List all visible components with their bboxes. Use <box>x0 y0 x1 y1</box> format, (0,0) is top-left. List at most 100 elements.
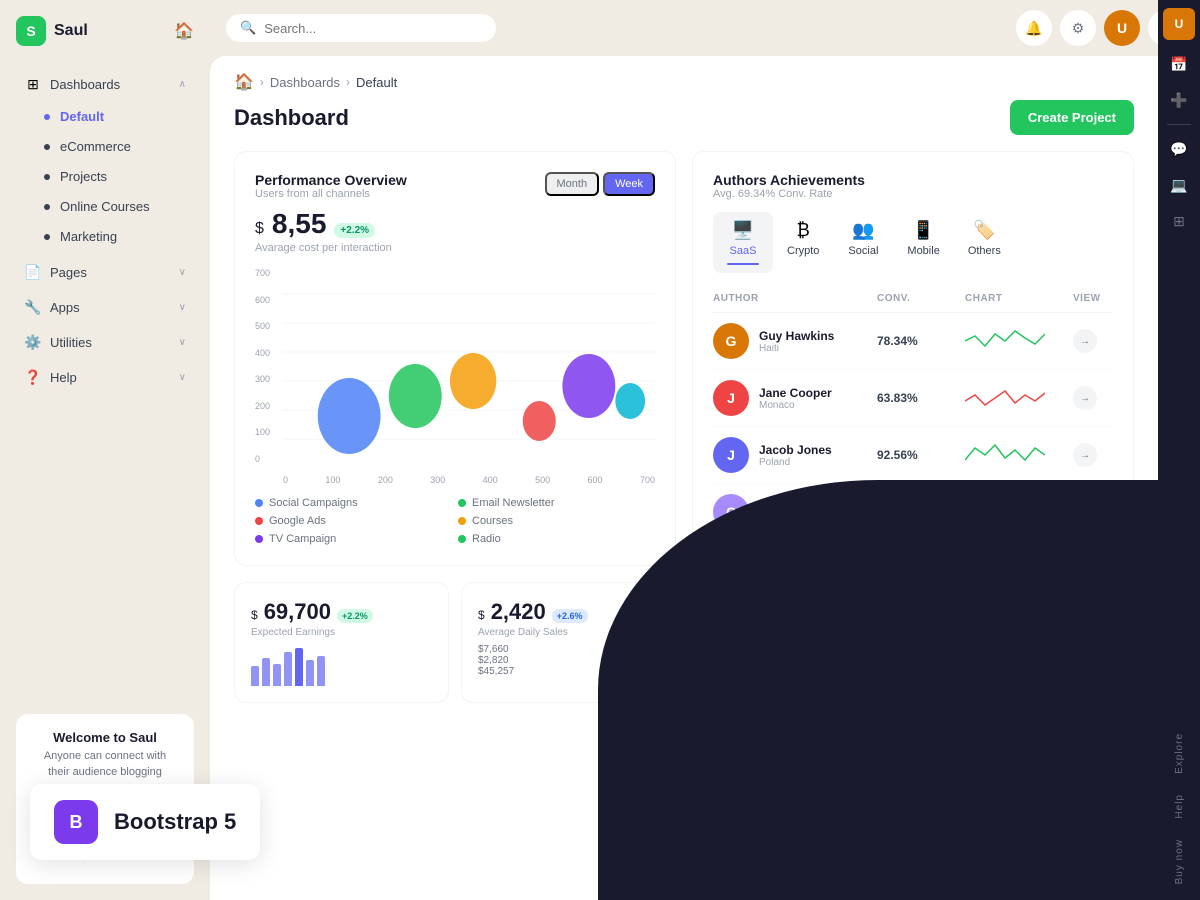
period-month-tab[interactable]: Month <box>545 172 600 196</box>
chevron-icon: ∧ <box>179 79 186 90</box>
rp-code-icon[interactable]: 💻 <box>1163 169 1195 201</box>
author-avatar: C <box>713 494 749 530</box>
page-header: Dashboard Create Project <box>210 92 1158 151</box>
sub-label-ecommerce: eCommerce <box>60 139 131 154</box>
logo-group: S Saul <box>16 16 88 46</box>
bubble-chart-svg <box>283 266 655 466</box>
search-box[interactable]: 🔍 <box>226 14 496 42</box>
bootstrap-overlay: B Bootstrap 5 <box>30 784 260 860</box>
help-label[interactable]: Help <box>1174 786 1185 827</box>
rp-add-icon[interactable]: ➕ <box>1163 84 1195 116</box>
author-avatar: J <box>713 437 749 473</box>
create-project-button[interactable]: Create Project <box>1010 100 1134 135</box>
sidebar-item-marketing[interactable]: Marketing <box>8 222 202 251</box>
author-country: Haiti <box>759 343 834 354</box>
author-info: G Guy Hawkins Haiti <box>713 323 869 359</box>
stat-dollar: $ <box>251 608 258 622</box>
help-icon: ❓ <box>24 368 42 386</box>
tab-crypto[interactable]: ₿ Crypto <box>773 212 833 273</box>
logo-icon: S <box>16 16 46 46</box>
bar <box>284 652 292 686</box>
legend-label: Social Campaigns <box>269 497 358 509</box>
conv-val: 92.56% <box>877 448 957 462</box>
sidebar-item-ecommerce[interactable]: eCommerce <box>8 132 202 161</box>
view-btn[interactable]: → <box>1073 386 1097 410</box>
perf-title: Performance Overview <box>255 172 407 188</box>
sidebar-item-utilities[interactable]: ⚙️ Utilities ∨ <box>8 325 202 359</box>
sub-label-projects: Projects <box>60 169 107 184</box>
conv-val: 63.83% <box>877 391 957 405</box>
sidebar-item-help[interactable]: ❓ Help ∨ <box>8 360 202 394</box>
sidebar-item-online-courses[interactable]: Online Courses <box>8 192 202 221</box>
perf-header: Performance Overview Users from all chan… <box>255 172 655 200</box>
sub-dot <box>44 204 50 210</box>
sidebar-item-apps[interactable]: 🔧 Apps ∨ <box>8 290 202 324</box>
explore-label[interactable]: Explore <box>1174 725 1185 782</box>
sales-sub: Users from all channels <box>713 614 1113 626</box>
settings-btn[interactable]: ⚙ <box>1060 10 1096 46</box>
sales-y-label: $24K <box>713 693 742 703</box>
chevron-icon: ∨ <box>179 267 186 278</box>
rp-calendar-icon[interactable]: 📅 <box>1163 48 1195 80</box>
utilities-icon: ⚙️ <box>24 333 42 351</box>
tab-social[interactable]: 👥 Social <box>833 212 893 273</box>
author-name: Jacob Jones <box>759 443 832 457</box>
sidebar-item-pages[interactable]: 📄 Pages ∨ <box>8 255 202 289</box>
col-author: AUTHOR <box>713 293 869 304</box>
welcome-title: Welcome to Saul <box>32 730 178 745</box>
search-icon: 🔍 <box>240 20 256 36</box>
tab-others[interactable]: 🏷️ Others <box>954 212 1015 273</box>
sales-dollar: $ <box>713 651 720 665</box>
tab-mobile[interactable]: 📱 Mobile <box>893 212 953 273</box>
author-row-guy: G Guy Hawkins Haiti 78.34% → <box>713 313 1113 370</box>
stat-val: $ 2,420 +2.6% <box>478 599 659 625</box>
stat-badge: +2.6% <box>552 609 588 623</box>
conv-val: 63.08% <box>877 505 957 519</box>
bc-sep2: › <box>346 75 350 89</box>
author-row-cody: C Cody Fishers Mexico 63.08% → <box>713 484 1113 540</box>
chevron-icon: ∨ <box>179 372 186 383</box>
help-label: Help <box>50 370 77 385</box>
sparkline-chart <box>965 326 1045 356</box>
legend-social-campaigns: Social Campaigns <box>255 497 452 509</box>
sales-y-labels: $24K $20.5K <box>713 693 742 743</box>
page-title: Dashboard <box>234 105 349 131</box>
author-name: Guy Hawkins <box>759 329 834 343</box>
user-avatar[interactable]: U <box>1104 10 1140 46</box>
stat-desc: Average Daily Sales <box>478 627 659 638</box>
sidebar: S Saul 🏠 ⊞ Dashboards ∧ Default eCommerc… <box>0 0 210 900</box>
bc-sep1: › <box>260 75 264 89</box>
rp-avatar[interactable]: U <box>1163 8 1195 40</box>
legend-email-newsletter: Email Newsletter <box>458 497 655 509</box>
view-btn[interactable]: → <box>1073 500 1097 524</box>
period-tabs: Month Week <box>545 172 656 196</box>
rp-message-icon[interactable]: 💬 <box>1163 133 1195 165</box>
sidebar-item-default[interactable]: Default <box>8 102 202 131</box>
bar <box>295 648 303 686</box>
rp-grid-icon[interactable]: ⊞ <box>1163 205 1195 237</box>
col-view: VIEW <box>1073 293 1113 304</box>
cat-label-crypto: Crypto <box>787 245 819 257</box>
sub-label-online-courses: Online Courses <box>60 199 150 214</box>
period-week-tab[interactable]: Week <box>603 172 655 196</box>
buy-now-label[interactable]: Buy now <box>1174 831 1185 892</box>
bar <box>273 664 281 686</box>
breadcrumb-dashboards[interactable]: Dashboards <box>270 75 340 90</box>
view-btn[interactable]: → <box>1073 329 1097 353</box>
sidebar-item-projects[interactable]: Projects <box>8 162 202 191</box>
notifications-btn[interactable]: 🔔 <box>1016 10 1052 46</box>
tab-saas[interactable]: 🖥️ SaaS <box>713 212 773 273</box>
sidebar-item-dashboards[interactable]: ⊞ Dashboards ∧ <box>8 67 202 101</box>
search-input[interactable] <box>264 21 482 36</box>
back-icon[interactable]: 🏠 <box>174 21 194 41</box>
bar <box>262 658 270 686</box>
y-labels: 700 600 500 400 300 200 100 0 <box>255 266 270 466</box>
col-chart: CHART <box>965 293 1065 304</box>
col-conv: CONV. <box>877 293 957 304</box>
legend-dot <box>458 517 466 525</box>
dashboards-icon: ⊞ <box>24 75 42 93</box>
view-btn[interactable]: → <box>1073 443 1097 467</box>
authors-sub: Avg. 69.34% Conv. Rate <box>713 188 1113 200</box>
legend-label: Courses <box>472 515 513 527</box>
stat-number: 2,420 <box>491 599 546 625</box>
